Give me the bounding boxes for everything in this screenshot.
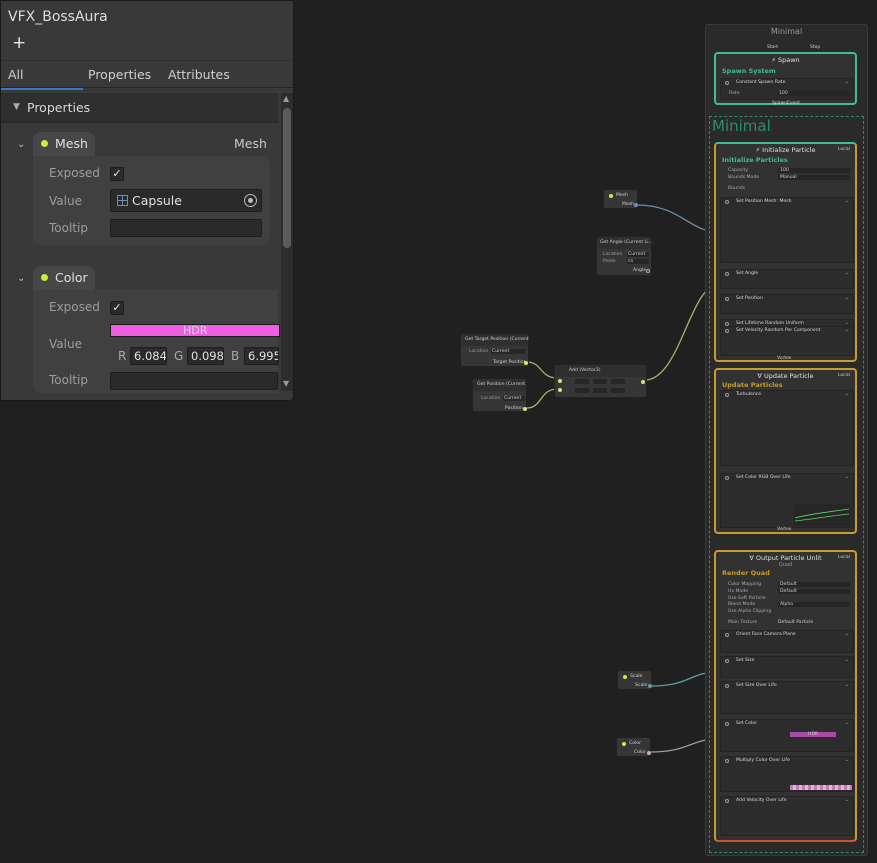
system-frame-title: Minimal bbox=[770, 27, 803, 36]
get-angle-title: Get Angle (Current Li... bbox=[600, 240, 653, 245]
set-position-mesh-block[interactable]: Set Position Mesh: Mesh ⌄ bbox=[720, 197, 854, 263]
set-angle-block[interactable]: Set Angle ⌄ bbox=[720, 269, 854, 289]
update-context[interactable]: ∀ Update Particle Local Update Particles… bbox=[714, 368, 857, 534]
scale-node[interactable]: Scale Scale bbox=[617, 670, 652, 690]
set-velocity-block[interactable]: Set Velocity Random Per Component ⌄ bbox=[720, 326, 854, 356]
set-size-block[interactable]: Set Size ⌄ bbox=[720, 656, 854, 678]
position-output-port[interactable] bbox=[523, 407, 527, 411]
chevron-down-icon[interactable]: ⌄ bbox=[845, 198, 849, 204]
exposed-dot-icon bbox=[622, 742, 626, 746]
get-angle-node[interactable]: Get Angle (Current Li... Location Curren… bbox=[596, 236, 653, 276]
output-space-tag[interactable]: Local bbox=[838, 555, 850, 560]
angle-location-label: Location bbox=[603, 252, 623, 257]
position-output: Position bbox=[505, 406, 523, 411]
chevron-down-icon[interactable]: ⌄ bbox=[845, 79, 849, 85]
mesh-output-port[interactable] bbox=[634, 203, 638, 207]
init-space-tag[interactable]: Local bbox=[838, 147, 850, 152]
add-vector3-node[interactable]: Add (Vector3) bbox=[554, 364, 647, 398]
spawn-subtitle: Spawn System bbox=[722, 67, 776, 75]
color-node[interactable]: Color Color bbox=[616, 737, 651, 757]
spawn-title: Spawn bbox=[777, 56, 800, 64]
update-title: Update Particle bbox=[763, 372, 814, 380]
turbulence-block[interactable]: Turbulence ⌄ bbox=[720, 390, 854, 466]
update-subtitle: Update Particles bbox=[722, 381, 783, 389]
angle-mode-field[interactable]: cn bbox=[627, 259, 649, 264]
init-subtitle: Initialize Particles bbox=[722, 156, 788, 164]
angle-mode-label: Mode bbox=[603, 259, 616, 264]
orient-block[interactable]: Orient Face Camera Plane ⌄ bbox=[720, 630, 854, 653]
output-title: Output Particle Unlit bbox=[755, 554, 822, 562]
target-location-field[interactable]: Current bbox=[491, 349, 525, 354]
color-node-title: Color bbox=[629, 741, 641, 746]
angle-output-port[interactable] bbox=[646, 269, 650, 273]
lightning-icon: ⚡ bbox=[771, 56, 778, 64]
spawn-flow-output[interactable]: SpawnEvent bbox=[772, 101, 800, 106]
spawn-context[interactable]: ⚡ Spawn Spawn System Constant Spawn Rate… bbox=[714, 52, 857, 105]
system-name-label[interactable]: Minimal bbox=[712, 117, 771, 135]
exposed-dot-icon bbox=[623, 675, 627, 679]
init-title: Initialize Particle bbox=[762, 146, 816, 154]
gradient-preview[interactable] bbox=[790, 785, 852, 790]
target-node-title: Get Target Position (Current bbox=[465, 337, 529, 342]
exposed-dot-icon bbox=[609, 194, 613, 198]
position-location-label: Location bbox=[481, 396, 501, 401]
rate-field[interactable]: 100 bbox=[777, 91, 851, 96]
position-location-field[interactable]: Current bbox=[503, 396, 525, 401]
output-color-swatch[interactable]: HDR bbox=[790, 732, 836, 737]
get-position-node[interactable]: Get Position (Current Location Current P… bbox=[472, 378, 527, 412]
update-flow-output[interactable]: Vortex bbox=[777, 527, 791, 532]
add-node-title: Add (Vector3) bbox=[569, 368, 601, 373]
curve-preview[interactable] bbox=[794, 504, 850, 526]
set-position-block[interactable]: Set Position ⌄ bbox=[720, 294, 854, 314]
initialize-context[interactable]: ⚡ Initialize Particle Local Initialize P… bbox=[714, 142, 857, 362]
angle-output: Angle bbox=[633, 268, 647, 273]
add-velocity-block[interactable]: Add Velocity Over Life ⌄ bbox=[720, 796, 854, 836]
scale-node-title: Scale bbox=[630, 674, 643, 679]
scale-node-output: Scale bbox=[635, 683, 648, 688]
color-output-port[interactable] bbox=[647, 751, 651, 755]
add-output-port[interactable] bbox=[641, 380, 645, 384]
mesh-node-output: Mesh bbox=[622, 202, 635, 207]
spawn-block-title: Constant Spawn Rate bbox=[736, 80, 786, 85]
rate-label: Rate bbox=[729, 91, 740, 96]
target-location-label: Location bbox=[469, 349, 489, 354]
spawn-start-input[interactable]: Start bbox=[767, 45, 778, 50]
set-color-block[interactable]: Set Color ⌄ HDR bbox=[720, 719, 854, 752]
target-output-port[interactable] bbox=[524, 361, 528, 365]
multiply-color-block[interactable]: Multiply Color Over Life ⌄ bbox=[720, 756, 854, 792]
output-subtitle-render: Render Quad bbox=[722, 569, 770, 577]
target-output: Target Position bbox=[493, 360, 527, 365]
main-texture-field[interactable]: Default Particle bbox=[778, 620, 813, 625]
add-input-b-port[interactable] bbox=[558, 388, 562, 392]
angle-location-field[interactable]: Current bbox=[627, 252, 649, 257]
scale-output-port[interactable] bbox=[648, 684, 652, 688]
mesh-node[interactable]: Mesh Mesh bbox=[603, 189, 638, 209]
set-size-over-life-block[interactable]: Set Size Over Life ⌄ bbox=[720, 681, 854, 714]
update-space-tag[interactable]: Local bbox=[838, 373, 850, 378]
set-color-over-life-block[interactable]: Set Color RGB Over Life ⌄ bbox=[720, 473, 854, 528]
bounds-mode-field[interactable]: Manual bbox=[778, 175, 850, 180]
output-subtitle: Quad bbox=[778, 562, 793, 568]
output-context[interactable]: ∀ Output Particle Unlit Quad Local Rende… bbox=[714, 550, 857, 842]
capacity-field[interactable]: 100 bbox=[778, 168, 850, 173]
constant-spawn-rate-block[interactable]: Constant Spawn Rate ⌄ Rate 100 bbox=[720, 78, 854, 100]
mesh-node-title: Mesh bbox=[616, 193, 629, 198]
position-node-title: Get Position (Current bbox=[477, 382, 526, 387]
color-node-output: Color bbox=[634, 750, 646, 755]
spawn-stop-input[interactable]: Stop bbox=[810, 45, 820, 50]
get-target-position-node[interactable]: Get Target Position (Current Location Cu… bbox=[460, 333, 529, 367]
add-input-a-port[interactable] bbox=[558, 379, 562, 383]
init-flow-output[interactable]: Vortex bbox=[777, 356, 791, 361]
